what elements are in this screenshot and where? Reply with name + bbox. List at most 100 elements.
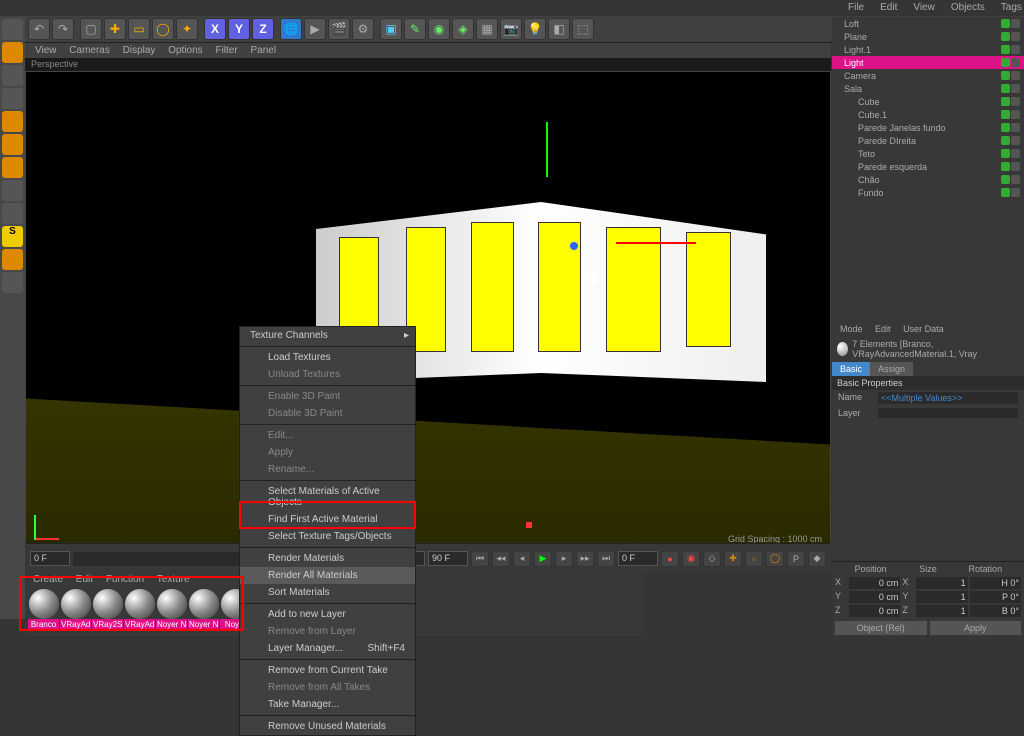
coordinates-panel[interactable]: Position Size Rotation X0 cmX1H 0° Y0 cm… bbox=[832, 561, 1024, 636]
autokey-icon[interactable]: ◉ bbox=[682, 551, 700, 567]
apply-button[interactable]: Apply bbox=[930, 621, 1022, 635]
tree-item[interactable]: Cube bbox=[832, 95, 1024, 108]
vp-menu-filter[interactable]: Filter bbox=[215, 45, 237, 56]
object-manager[interactable]: LoftPlaneLight.1LightCameraSalaCubeCube.… bbox=[832, 17, 1024, 322]
render-flag-icon[interactable] bbox=[1011, 84, 1020, 93]
ctx-remove-unused[interactable]: Remove Unused Materials bbox=[240, 718, 415, 735]
size-x-field[interactable]: 1 bbox=[916, 577, 967, 589]
attribute-manager[interactable]: Mode Edit User Data 7 Elements [Branco, … bbox=[832, 322, 1024, 636]
scale-tool-icon[interactable]: ▭ bbox=[128, 18, 150, 40]
render-flag-icon[interactable] bbox=[1011, 188, 1020, 197]
render-flag-icon[interactable] bbox=[1011, 58, 1020, 67]
render-flag-icon[interactable] bbox=[1011, 162, 1020, 171]
axis-y-toggle[interactable]: Y bbox=[228, 18, 250, 40]
key-rot-icon[interactable]: ◯ bbox=[766, 551, 784, 567]
environment-icon[interactable]: ▦ bbox=[476, 18, 498, 40]
attr-menu-userdata[interactable]: User Data bbox=[903, 324, 944, 334]
vp-menu-cameras[interactable]: Cameras bbox=[69, 45, 110, 56]
material-item[interactable]: Branco bbox=[28, 589, 59, 630]
primitive-cube-icon[interactable]: ▣ bbox=[380, 18, 402, 40]
mat-menu-edit[interactable]: Edit bbox=[76, 574, 93, 585]
tab-assign[interactable]: Assign bbox=[870, 362, 913, 376]
move-tool-icon[interactable]: ✚ bbox=[104, 18, 126, 40]
edge-mode-icon[interactable] bbox=[2, 134, 23, 155]
visibility-flag-icon[interactable] bbox=[1001, 71, 1010, 80]
ctx-remove-current-take[interactable]: Remove from Current Take bbox=[240, 662, 415, 679]
visibility-flag-icon[interactable] bbox=[1001, 32, 1010, 41]
go-start-icon[interactable]: ⏮ bbox=[471, 551, 489, 567]
render-flag-icon[interactable] bbox=[1011, 32, 1020, 41]
size-z-field[interactable]: 1 bbox=[916, 605, 967, 617]
scene-icon[interactable]: ◧ bbox=[548, 18, 570, 40]
key-param-icon[interactable]: P bbox=[787, 551, 805, 567]
tree-item[interactable]: Teto bbox=[832, 147, 1024, 160]
workplane-snap-icon[interactable] bbox=[2, 272, 23, 293]
workplane-icon[interactable] bbox=[2, 88, 23, 109]
make-editable-icon[interactable] bbox=[2, 19, 23, 40]
ctx-layer-manager[interactable]: Layer Manager...Shift+F4 bbox=[240, 640, 415, 657]
viewport-menu[interactable]: View Cameras Display Options Filter Pane… bbox=[25, 43, 831, 58]
3d-viewport[interactable]: ✶ Grid Spacing : 1000 cm bbox=[25, 71, 831, 549]
pos-x-field[interactable]: 0 cm bbox=[849, 577, 900, 589]
render-settings-icon[interactable]: 🎬 bbox=[328, 18, 350, 40]
undo-icon[interactable]: ↶ bbox=[28, 18, 50, 40]
ctx-load-textures[interactable]: Load Textures bbox=[240, 349, 415, 366]
material-item[interactable]: Noyer N bbox=[156, 589, 187, 630]
material-item[interactable]: VRayAd bbox=[124, 589, 155, 630]
render-flag-icon[interactable] bbox=[1011, 97, 1020, 106]
spline-icon[interactable]: ✎ bbox=[404, 18, 426, 40]
visibility-flag-icon[interactable] bbox=[1001, 136, 1010, 145]
rotate-tool-icon[interactable]: ◯ bbox=[152, 18, 174, 40]
material-item[interactable]: VRay2Si bbox=[92, 589, 123, 630]
ctx-render-all-materials[interactable]: Render All Materials bbox=[240, 567, 415, 584]
tree-item[interactable]: Plane bbox=[832, 30, 1024, 43]
ctx-select-tags[interactable]: Select Texture Tags/Objects bbox=[240, 528, 415, 545]
ctx-select-active[interactable]: Select Materials of Active Objects bbox=[240, 483, 415, 511]
model-mode-icon[interactable] bbox=[2, 42, 23, 63]
tree-item[interactable]: Cube.1 bbox=[832, 108, 1024, 121]
tree-item[interactable]: Parede Janelas fundo bbox=[832, 121, 1024, 134]
layer-field[interactable] bbox=[878, 408, 1018, 418]
render-flag-icon[interactable] bbox=[1011, 136, 1020, 145]
mat-menu-create[interactable]: Create bbox=[33, 574, 63, 585]
ctx-render-materials[interactable]: Render Materials bbox=[240, 550, 415, 567]
light-gizmo-icon[interactable]: ✶ bbox=[581, 262, 604, 295]
record-icon[interactable]: ● bbox=[661, 551, 679, 567]
key-pla-icon[interactable]: ◆ bbox=[808, 551, 826, 567]
rot-b-field[interactable]: B 0° bbox=[970, 605, 1021, 617]
menu-file[interactable]: File bbox=[840, 0, 872, 16]
magnet-icon[interactable] bbox=[2, 249, 23, 270]
menu-view[interactable]: View bbox=[905, 0, 943, 16]
visibility-flag-icon[interactable] bbox=[1001, 19, 1010, 28]
prev-key-icon[interactable]: ◂◂ bbox=[492, 551, 510, 567]
tag-icon[interactable]: ⬚ bbox=[572, 18, 594, 40]
tree-item[interactable]: Fundo bbox=[832, 186, 1024, 199]
timeline-bar[interactable]: 0 F 90 F ⋮ 0 F 90 F ⏮ ◂◂ ◂ ▶ ▸ ▸▸ ⏭ 0 F … bbox=[25, 543, 831, 573]
rot-h-field[interactable]: H 0° bbox=[970, 577, 1021, 589]
size-y-field[interactable]: 1 bbox=[916, 591, 967, 603]
vp-menu-view[interactable]: View bbox=[35, 45, 57, 56]
menu-edit[interactable]: Edit bbox=[872, 0, 905, 16]
render-flag-icon[interactable] bbox=[1011, 175, 1020, 184]
axis-z-toggle[interactable]: Z bbox=[252, 18, 274, 40]
render-view-icon[interactable]: ▶ bbox=[304, 18, 326, 40]
light-icon[interactable]: 💡 bbox=[524, 18, 546, 40]
ctx-take-manager[interactable]: Take Manager... bbox=[240, 696, 415, 713]
next-frame-icon[interactable]: ▸ bbox=[555, 551, 573, 567]
axis-mode-icon[interactable] bbox=[2, 180, 23, 201]
tree-item[interactable]: Loft bbox=[832, 17, 1024, 30]
select-tool-icon[interactable]: ▢ bbox=[80, 18, 102, 40]
coord-system-icon[interactable]: 🌐 bbox=[280, 18, 302, 40]
render-flag-icon[interactable] bbox=[1011, 110, 1020, 119]
material-item[interactable]: VRayAd bbox=[60, 589, 91, 630]
attrib-menu[interactable]: Mode Edit User Data bbox=[832, 322, 1024, 336]
tab-basic[interactable]: Basic bbox=[832, 362, 870, 376]
keyframe-selection-icon[interactable]: ◇ bbox=[703, 551, 721, 567]
visibility-flag-icon[interactable] bbox=[1001, 162, 1010, 171]
object-mode-dropdown[interactable]: Object (Rel) bbox=[835, 621, 927, 635]
redo-icon[interactable]: ↷ bbox=[52, 18, 74, 40]
mat-menu-texture[interactable]: Texture bbox=[157, 574, 190, 585]
visibility-flag-icon[interactable] bbox=[1001, 58, 1010, 67]
ctx-add-to-layer[interactable]: Add to new Layer bbox=[240, 606, 415, 623]
deformer-icon[interactable]: ◈ bbox=[452, 18, 474, 40]
